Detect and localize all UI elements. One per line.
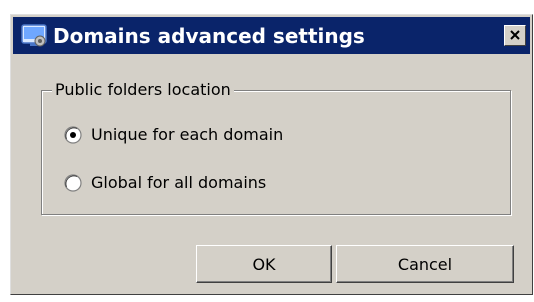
dialog-window: Domains advanced settings Public folders… [10,14,533,295]
radio-unique-for-each-domain[interactable]: Unique for each domain [64,125,283,145]
app-settings-icon [21,23,47,49]
close-button[interactable] [504,25,526,46]
title-bar[interactable]: Domains advanced settings [13,17,530,54]
group-legend: Public folders location [52,80,234,100]
radio-global-for-all-domains[interactable]: Global for all domains [64,173,266,193]
window-title: Domains advanced settings [53,23,365,48]
radio-unselected-icon[interactable] [64,174,82,192]
ok-button[interactable]: OK [196,245,332,283]
radio-label-unique: Unique for each domain [91,125,284,144]
radio-selected-icon[interactable] [64,126,82,144]
public-folders-location-group: Public folders location Unique for each … [41,80,511,215]
radio-label-global: Global for all domains [91,173,267,192]
cancel-button[interactable]: Cancel [336,245,514,283]
close-icon [509,26,521,45]
